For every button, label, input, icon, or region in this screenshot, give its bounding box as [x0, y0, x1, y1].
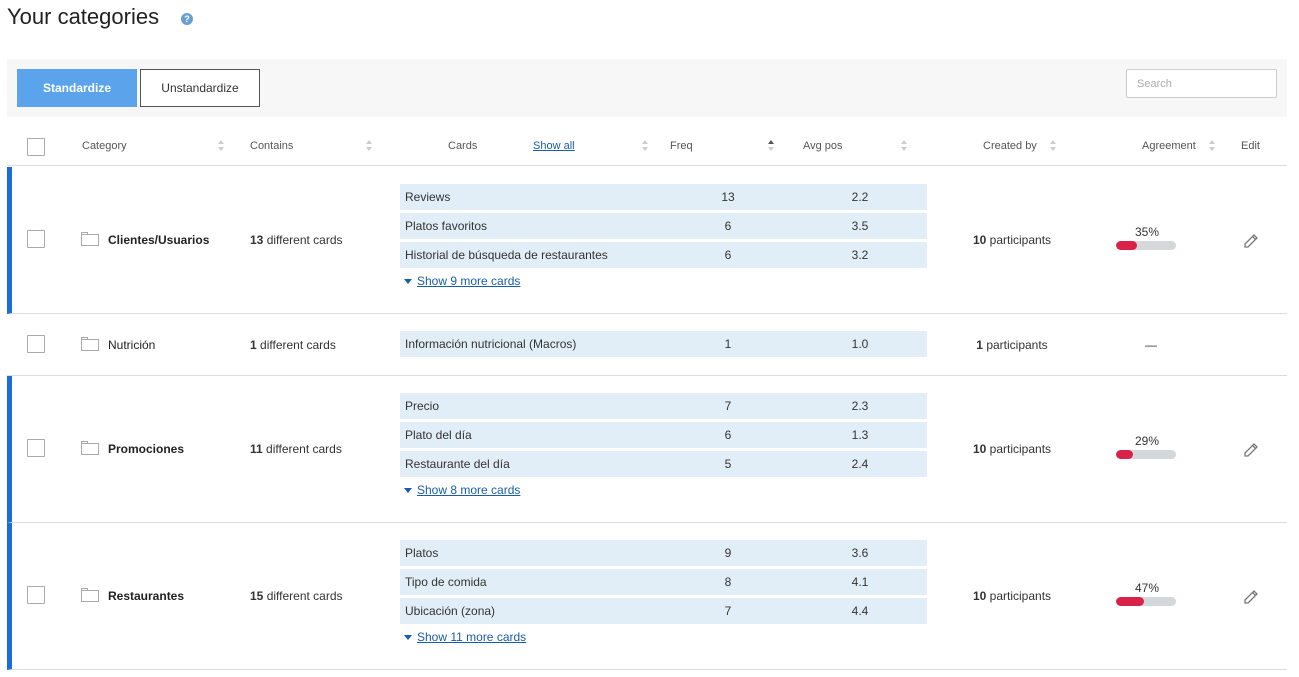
unstandardize-button[interactable]: Unstandardize	[140, 69, 260, 107]
column-header-contains[interactable]: Contains	[250, 140, 293, 152]
column-header-category[interactable]: Category	[82, 140, 127, 152]
card-row: Reviews 13 2.2	[400, 184, 927, 210]
page-title: Your categories	[7, 4, 160, 29]
edit-pencil-icon[interactable]	[1243, 233, 1259, 249]
category-row-promociones: Promociones 11 different cards Precio 7 2.…	[7, 376, 1287, 523]
agreement-bar	[1116, 241, 1176, 250]
standardize-button[interactable]: Standardize	[17, 69, 137, 107]
column-header-freq[interactable]: Freq	[670, 140, 693, 152]
sort-icon[interactable]	[901, 140, 907, 154]
contains-count: 1 different cards	[250, 338, 336, 352]
column-header-created-by[interactable]: Created by	[983, 140, 1037, 152]
contains-count: 15 different cards	[250, 589, 343, 603]
show-more-cards-link[interactable]: Show 9 more cards	[400, 274, 927, 288]
category-row-nutricion: Nutrición 1 different cards Información …	[7, 314, 1287, 376]
caret-down-icon	[404, 488, 412, 494]
toolbar: Standardize Unstandardize	[7, 59, 1287, 117]
folder-icon	[81, 232, 99, 246]
card-list: Precio 7 2.3 Plato del día 6 1.3 Restaurante…	[400, 393, 927, 497]
row-checkbox[interactable]	[27, 335, 45, 353]
folder-icon	[81, 588, 99, 602]
created-by-count: 1 participants	[976, 338, 1048, 352]
sort-icon[interactable]	[1209, 140, 1215, 154]
show-more-cards-link[interactable]: Show 8 more cards	[400, 483, 927, 497]
category-name[interactable]: Nutrición	[108, 338, 155, 352]
row-checkbox[interactable]	[27, 439, 45, 457]
agreement-bar	[1116, 597, 1176, 606]
card-list: Reviews 13 2.2 Platos favoritos 6 3.5 Histor…	[400, 184, 927, 288]
column-header-avg-pos[interactable]: Avg pos	[803, 140, 843, 152]
column-header-agreement[interactable]: Agreement	[1142, 140, 1196, 152]
agreement-percent: 29%	[1134, 434, 1160, 448]
edit-pencil-icon[interactable]	[1243, 589, 1259, 605]
show-all-link[interactable]: Show all	[533, 140, 575, 152]
sort-ascending-icon[interactable]	[768, 140, 774, 154]
card-row: Platos favoritos 6 3.5	[400, 213, 927, 239]
card-row: Platos 9 3.6	[400, 540, 927, 566]
card-row: Tipo de comida 8 4.1	[400, 569, 927, 595]
created-by-count: 10 participants	[972, 589, 1052, 603]
card-row: Ubicación (zona) 7 4.4	[400, 598, 927, 624]
card-row: Historial de búsqueda de restaurantes 6 3.…	[400, 242, 927, 268]
caret-down-icon	[404, 635, 412, 641]
created-by-count: 10 participants	[972, 233, 1052, 247]
show-more-cards-link[interactable]: Show 11 more cards	[400, 630, 927, 644]
row-checkbox[interactable]	[27, 230, 45, 248]
edit-pencil-icon[interactable]	[1243, 442, 1259, 458]
card-row: Restaurante del día 5 2.4	[400, 451, 927, 477]
agreement-meter: 35%	[1116, 225, 1178, 250]
select-all-checkbox[interactable]	[27, 138, 45, 156]
sort-icon[interactable]	[1050, 140, 1056, 154]
card-row: Plato del día 6 1.3	[400, 422, 927, 448]
category-row-clientes-usuarios: Clientes/Usuarios 13 different cards Rev…	[7, 167, 1287, 314]
card-row: Información nutricional (Macros) 1 1.0	[400, 331, 927, 357]
sort-icon[interactable]	[642, 140, 648, 154]
column-header-cards: Cards	[448, 140, 478, 152]
search-input[interactable]	[1126, 69, 1277, 98]
category-name[interactable]: Clientes/Usuarios	[108, 233, 209, 247]
column-header-edit: Edit	[1241, 140, 1260, 152]
card-list: Información nutricional (Macros) 1 1.0	[400, 331, 927, 360]
agreement-percent: 47%	[1134, 581, 1160, 595]
created-by-count: 10 participants	[972, 442, 1052, 456]
category-row-restaurantes: Restaurantes 15 different cards Platos 9 3…	[7, 523, 1287, 670]
table-header: Category Contains Cards Show all Freq Av…	[7, 128, 1287, 166]
agreement-meter: 47%	[1116, 581, 1178, 606]
sort-icon[interactable]	[218, 140, 224, 154]
agreement-meter: 29%	[1116, 434, 1178, 459]
sort-icon[interactable]	[366, 140, 372, 154]
agreement-bar	[1116, 450, 1176, 459]
caret-down-icon	[404, 279, 412, 285]
agreement-percent: 35%	[1134, 225, 1160, 239]
help-icon[interactable]: ?	[181, 13, 193, 25]
agreement-empty: —	[1145, 338, 1157, 352]
row-checkbox[interactable]	[27, 586, 45, 604]
folder-icon	[81, 337, 99, 351]
contains-count: 13 different cards	[250, 233, 343, 247]
category-name[interactable]: Restaurantes	[108, 589, 184, 603]
card-row: Precio 7 2.3	[400, 393, 927, 419]
folder-icon	[81, 441, 99, 455]
category-name[interactable]: Promociones	[108, 442, 184, 456]
contains-count: 11 different cards	[250, 442, 342, 456]
card-list: Platos 9 3.6 Tipo de comida 8 4.1 Ubicación …	[400, 540, 927, 644]
